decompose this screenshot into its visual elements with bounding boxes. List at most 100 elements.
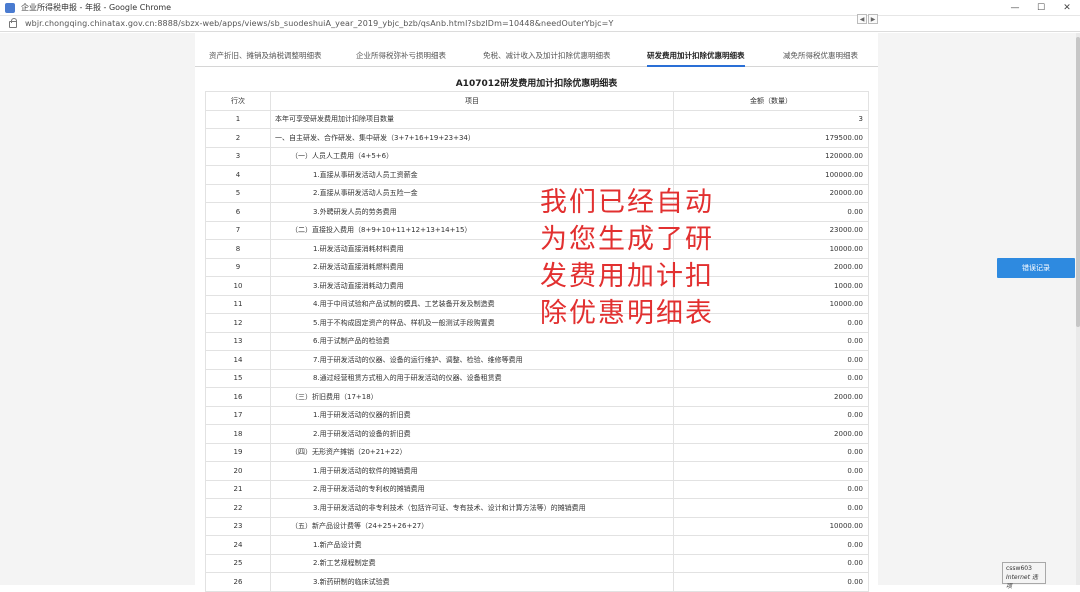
table-row: 20 1.用于研发活动的软件的摊销费用 0.00 [205, 461, 869, 481]
row-item-cell: 6.用于试制产品的检验费 [270, 331, 674, 351]
row-number-cell: 5 [205, 183, 271, 203]
rd-deduction-table: 行次 项目 金额（数量） 1 本年可享受研发费用加计扣除项目数量 3 2 一、自主研发、… [205, 91, 869, 592]
form-tabs: 资产折旧、摊销及纳税调整明细表 企业所得税弥补亏损明细表 免税、减计收入及加计扣… [195, 45, 878, 67]
row-item-cell: （一）人员人工费用（4+5+6） [270, 146, 674, 166]
scrollbar-thumb[interactable] [1076, 37, 1080, 327]
row-amount-cell[interactable]: 0.00 [673, 331, 869, 351]
row-amount-cell[interactable]: 10000.00 [673, 516, 869, 536]
table-header-row: 行次 项目 金额（数量） [205, 91, 869, 111]
row-item-cell: 1.新产品设计费 [270, 535, 674, 555]
lock-icon [9, 18, 17, 28]
row-item-cell: 3.用于研发活动的非专利技术（包括许可证、专有技术、设计和计算方法等）的摊销费用 [270, 498, 674, 518]
row-number-cell: 10 [205, 276, 271, 296]
row-amount-cell[interactable]: 2000.00 [673, 424, 869, 444]
table-row: 8 1.研发活动直接消耗材料费用 10000.00 [205, 239, 869, 259]
error-log-button[interactable]: 错误记录 [997, 258, 1075, 278]
status-widget: cssw603 Internet 选项 [1002, 562, 1046, 590]
url-text[interactable]: wbjr.chongqing.chinatax.gov.cn:8888/sbzx… [25, 19, 613, 28]
row-amount-cell[interactable]: 0.00 [673, 368, 869, 388]
table-row: 3 （一）人员人工费用（4+5+6） 120000.00 [205, 146, 869, 166]
row-number-cell: 19 [205, 442, 271, 462]
row-amount-cell[interactable]: 179500.00 [673, 128, 869, 148]
table-row: 7 （二）直接投入费用（8+9+10+11+12+13+14+15） 23000.0… [205, 220, 869, 240]
table-row: 4 1.直接从事研发活动人员工资薪金 100000.00 [205, 165, 869, 185]
tab-scroll-arrows: ◀ ▶ [857, 14, 879, 24]
overlay-line: 为您生成了研 [540, 224, 714, 255]
table-row: 15 8.通过经营租赁方式租入的用于研发活动的仪器、设备租赁费 0.00 [205, 368, 869, 388]
table-row: 12 5.用于不构成固定资产的样品、样机及一般测试手段购置费 0.00 [205, 313, 869, 333]
table-row: 11 4.用于中间试验和产品试制的模具、工艺装备开发及制造费 10000.00 [205, 294, 869, 314]
form-panel: 资产折旧、摊销及纳税调整明细表 企业所得税弥补亏损明细表 免税、减计收入及加计扣… [195, 33, 878, 592]
row-amount-cell[interactable]: 0.00 [673, 498, 869, 518]
table-row: 19 （四）无形资产摊销（20+21+22） 0.00 [205, 442, 869, 462]
tab-asset-depreciation[interactable]: 资产折旧、摊销及纳税调整明细表 [209, 45, 322, 67]
tab-loss-carryforward[interactable]: 企业所得税弥补亏损明细表 [356, 45, 446, 67]
row-item-cell: 1.直接从事研发活动人员工资薪金 [270, 165, 674, 185]
row-amount-cell[interactable]: 3 [673, 109, 869, 129]
row-number-cell: 25 [205, 553, 271, 573]
row-number-cell: 26 [205, 572, 271, 592]
row-number-cell: 18 [205, 424, 271, 444]
overlay-line: 除优惠明细表 [540, 298, 714, 329]
row-item-cell: 本年可享受研发费用加计扣除项目数量 [270, 109, 674, 129]
table-row: 2 一、自主研发、合作研发、集中研发（3+7+16+19+23+34） 179500… [205, 128, 869, 148]
maximize-button[interactable]: ☐ [1028, 0, 1054, 16]
row-number-cell: 20 [205, 461, 271, 481]
row-amount-cell[interactable]: 0.00 [673, 479, 869, 499]
row-number-cell: 12 [205, 313, 271, 333]
row-number-cell: 9 [205, 257, 271, 277]
header-amount: 金额（数量） [673, 91, 869, 111]
tab-scroll-right-button[interactable]: ▶ [868, 14, 878, 24]
overlay-line: 发费用加计扣 [540, 261, 714, 292]
row-number-cell: 13 [205, 331, 271, 351]
minimize-button[interactable]: — [1002, 0, 1028, 16]
table-row: 9 2.研发活动直接消耗燃料费用 2000.00 [205, 257, 869, 277]
table-row: 24 1.新产品设计费 0.00 [205, 535, 869, 555]
row-amount-cell[interactable]: 0.00 [673, 535, 869, 555]
row-item-cell: （五）新产品设计费等（24+25+26+27） [270, 516, 674, 536]
row-amount-cell[interactable]: 0.00 [673, 350, 869, 370]
address-bar[interactable]: wbjr.chongqing.chinatax.gov.cn:8888/sbzx… [0, 16, 1080, 32]
header-item: 项目 [270, 91, 674, 111]
row-amount-cell[interactable]: 100000.00 [673, 165, 869, 185]
close-button[interactable]: ✕ [1054, 0, 1080, 16]
page-scrollbar[interactable] [1076, 33, 1080, 585]
row-number-cell: 14 [205, 350, 271, 370]
row-amount-cell[interactable]: 0.00 [673, 442, 869, 462]
row-item-cell: 2.用于研发活动的专利权的摊销费用 [270, 479, 674, 499]
form-title: A107012研发费用加计扣除优惠明细表 [455, 79, 618, 89]
row-amount-cell[interactable]: 2000.00 [673, 387, 869, 407]
window-title: 企业所得税申报 - 年报 - Google Chrome [21, 3, 172, 12]
row-item-cell: 1.用于研发活动的软件的摊销费用 [270, 461, 674, 481]
row-number-cell: 4 [205, 165, 271, 185]
row-number-cell: 2 [205, 128, 271, 148]
table-row: 18 2.用于研发活动的设备的折旧费 2000.00 [205, 424, 869, 444]
tab-tax-reduction[interactable]: 减免所得税优惠明细表 [783, 45, 858, 67]
row-number-cell: 15 [205, 368, 271, 388]
table-row: 13 6.用于试制产品的检验费 0.00 [205, 331, 869, 351]
tab-scroll-left-button[interactable]: ◀ [857, 14, 867, 24]
row-number-cell: 11 [205, 294, 271, 314]
row-amount-cell[interactable]: 0.00 [673, 553, 869, 573]
row-number-cell: 17 [205, 405, 271, 425]
app-icon [5, 2, 15, 13]
row-number-cell: 24 [205, 535, 271, 555]
status-user: cssw603 [1006, 565, 1032, 572]
promo-overlay-text: 我们已经自动 为您生成了研 发费用加计扣 除优惠明细表 [540, 184, 714, 332]
table-row: 5 2.直接从事研发活动人员五险一金 20000.00 [205, 183, 869, 203]
row-amount-cell[interactable]: 0.00 [673, 572, 869, 592]
row-item-cell: （三）折旧费用（17+18） [270, 387, 674, 407]
tab-rd-expense-deduction[interactable]: 研发费用加计扣除优惠明细表 [647, 45, 745, 67]
row-number-cell: 6 [205, 202, 271, 222]
tab-tax-exempt-income[interactable]: 免税、减计收入及加计扣除优惠明细表 [483, 45, 611, 67]
window-controls: — ☐ ✕ [1002, 0, 1080, 16]
row-item-cell: 2.用于研发活动的设备的折旧费 [270, 424, 674, 444]
table-row: 25 2.新工艺规程制定费 0.00 [205, 553, 869, 573]
row-number-cell: 22 [205, 498, 271, 518]
header-row-number: 行次 [205, 91, 271, 111]
table-row: 22 3.用于研发活动的非专利技术（包括许可证、专有技术、设计和计算方法等）的摊销… [205, 498, 869, 518]
table-row: 21 2.用于研发活动的专利权的摊销费用 0.00 [205, 479, 869, 499]
row-amount-cell[interactable]: 120000.00 [673, 146, 869, 166]
row-amount-cell[interactable]: 0.00 [673, 461, 869, 481]
row-amount-cell[interactable]: 0.00 [673, 405, 869, 425]
